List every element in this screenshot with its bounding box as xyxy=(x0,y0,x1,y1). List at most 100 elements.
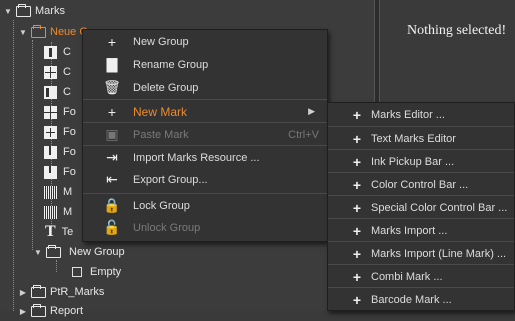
menu-item-label: Marks Import (Line Mark) ... xyxy=(371,247,507,260)
fold-mark-icon xyxy=(44,145,57,159)
crosshair-mark-icon xyxy=(44,125,57,139)
menu-item-label: Marks Editor ... xyxy=(371,108,445,121)
menu-item-label: Barcode Mark ... xyxy=(371,293,452,306)
tree-guide-line xyxy=(32,40,33,250)
menu-item-label: Color Control Bar ... xyxy=(371,178,469,191)
nothing-selected-message: Nothing selected! xyxy=(407,23,507,38)
submenu-item-color-control-bar[interactable]: + Color Control Bar ... xyxy=(328,172,514,196)
submenu-item-barcode-mark[interactable]: + Barcode Mark ... xyxy=(328,287,514,311)
submenu-item-marks-editor[interactable]: + Marks Editor ... xyxy=(328,103,514,126)
tree-node-label: C xyxy=(63,66,71,78)
tree-mark-item[interactable]: C xyxy=(44,62,71,82)
empty-item-icon xyxy=(72,267,82,277)
menu-item-import-marks-resource[interactable]: ⇥ Import Marks Resource ... xyxy=(83,145,327,169)
submenu-arrow-icon: ▶ xyxy=(308,106,315,116)
tree-mark-item[interactable]: Fo xyxy=(44,142,76,162)
tree-node-label: Fo xyxy=(63,166,76,178)
trash-icon: 🗑 xyxy=(103,79,121,95)
submenu-item-ink-pickup-bar[interactable]: + Ink Pickup Bar ... xyxy=(328,149,514,173)
menu-item-rename-group[interactable]: ▇ Rename Group xyxy=(83,53,327,76)
folder-icon xyxy=(16,3,31,17)
tree-node-label: M xyxy=(63,186,73,198)
tree-node-label: M xyxy=(63,206,73,218)
menu-item-label: Rename Group xyxy=(133,58,209,71)
expand-arrow-icon[interactable]: ▼ xyxy=(33,248,43,257)
tree-node-report[interactable]: ▶ Report xyxy=(18,301,83,321)
plus-icon: + xyxy=(352,130,362,147)
menu-item-label: Delete Group xyxy=(133,81,199,94)
folder-icon xyxy=(31,303,46,317)
tree-node-label: Fo xyxy=(63,146,76,158)
shortcut-label: Ctrl+V xyxy=(288,128,319,141)
tree-mark-item[interactable]: C xyxy=(44,82,71,102)
menu-item-new-mark[interactable]: + New Mark ▶ xyxy=(83,99,327,123)
tree-node-ptr-marks[interactable]: ▶ PtR_Marks xyxy=(18,282,104,302)
tree-mark-item[interactable]: C xyxy=(44,42,71,62)
plus-icon: + xyxy=(107,33,117,50)
expand-arrow-icon[interactable]: ▶ xyxy=(18,307,28,316)
menu-item-label: New Group xyxy=(133,35,189,48)
tree-node-label: Empty xyxy=(90,266,122,278)
menu-item-label: Marks Import ... xyxy=(371,224,448,237)
plus-icon: + xyxy=(352,222,362,239)
tree-node-label: Marks xyxy=(35,5,65,17)
menu-item-label: Lock Group xyxy=(133,199,190,212)
tree-node-marks[interactable]: ▼ Marks xyxy=(3,1,65,21)
menu-item-label: Combi Mark ... xyxy=(371,270,443,283)
plus-icon: + xyxy=(352,176,362,193)
expand-arrow-icon[interactable]: ▶ xyxy=(18,288,28,297)
tree-node-label: Fo xyxy=(63,106,76,118)
tree-node-label: New Group xyxy=(69,246,125,258)
menu-item-export-group[interactable]: ⇤ Export Group... xyxy=(83,168,327,191)
menu-item-label: Export Group... xyxy=(133,173,208,186)
new-mark-submenu: + Marks Editor ... + Text Marks Editor +… xyxy=(327,102,515,311)
tree-node-label: C xyxy=(63,86,71,98)
tree-mark-item[interactable]: M xyxy=(44,182,72,202)
crosshair-mark-icon xyxy=(44,65,57,79)
tree-node-selected-group[interactable]: ▼ Neue G xyxy=(18,22,88,42)
tree-node-label: C xyxy=(63,46,71,58)
expand-arrow-icon[interactable]: ▼ xyxy=(3,7,13,16)
paste-icon: ▣ xyxy=(105,126,119,142)
tree-mark-item[interactable]: Fo xyxy=(44,102,76,122)
tree-node-label: Report xyxy=(50,305,84,317)
menu-item-lock-group[interactable]: 🔒 Lock Group xyxy=(83,193,327,217)
barcode-icon xyxy=(44,185,57,199)
tree-mark-item[interactable]: M xyxy=(44,202,72,222)
folder-icon xyxy=(31,24,46,38)
menu-item-delete-group[interactable]: 🗑 Delete Group xyxy=(83,76,327,99)
menu-item-label: Special Color Control Bar ... xyxy=(371,201,508,214)
tree-mark-item[interactable]: T Te xyxy=(44,222,73,242)
tree-node-new-group[interactable]: ▼ New Group xyxy=(33,242,125,262)
tree-node-empty[interactable]: Empty xyxy=(72,262,121,282)
folder-rename-icon: ▇ xyxy=(106,56,118,72)
menu-item-new-group[interactable]: + New Group xyxy=(83,30,327,53)
menu-item-unlock-group[interactable]: 🔓 Unlock Group xyxy=(83,216,327,239)
submenu-item-marks-import-line-mark[interactable]: + Marks Import (Line Mark) ... xyxy=(328,241,514,265)
plus-icon: + xyxy=(352,291,362,308)
tree-mark-item[interactable]: Fo xyxy=(44,122,76,142)
plus-icon: + xyxy=(352,106,362,123)
unlock-icon: 🔓 xyxy=(103,219,121,235)
context-menu: + New Group ▇ Rename Group 🗑 Delete Grou… xyxy=(82,29,328,242)
expand-arrow-icon[interactable]: ▼ xyxy=(18,28,28,37)
menu-item-label: New Mark xyxy=(133,104,188,119)
submenu-item-text-marks-editor[interactable]: + Text Marks Editor xyxy=(328,126,514,150)
lock-icon: 🔒 xyxy=(103,197,121,213)
submenu-item-combi-mark[interactable]: + Combi Mark ... xyxy=(328,264,514,288)
submenu-item-special-color-control-bar[interactable]: + Special Color Control Bar ... xyxy=(328,195,514,219)
menu-item-label: Ink Pickup Bar ... xyxy=(371,155,455,168)
tree-guide-line xyxy=(13,20,14,311)
menu-item-label: Paste Mark xyxy=(133,128,189,141)
plus-icon: + xyxy=(352,153,362,170)
submenu-item-marks-import[interactable]: + Marks Import ... xyxy=(328,218,514,242)
menu-item-paste-mark[interactable]: ▣ Paste Mark Ctrl+V xyxy=(83,122,327,146)
fold-mark-icon xyxy=(44,105,57,119)
mark-icon xyxy=(44,45,57,59)
barcode-icon xyxy=(44,205,57,219)
fold-mark-icon xyxy=(44,165,57,179)
plus-icon: + xyxy=(352,199,362,216)
tree-mark-item[interactable]: Fo xyxy=(44,162,76,182)
tree-node-label: Fo xyxy=(63,126,76,138)
export-icon: ⇤ xyxy=(106,171,118,187)
